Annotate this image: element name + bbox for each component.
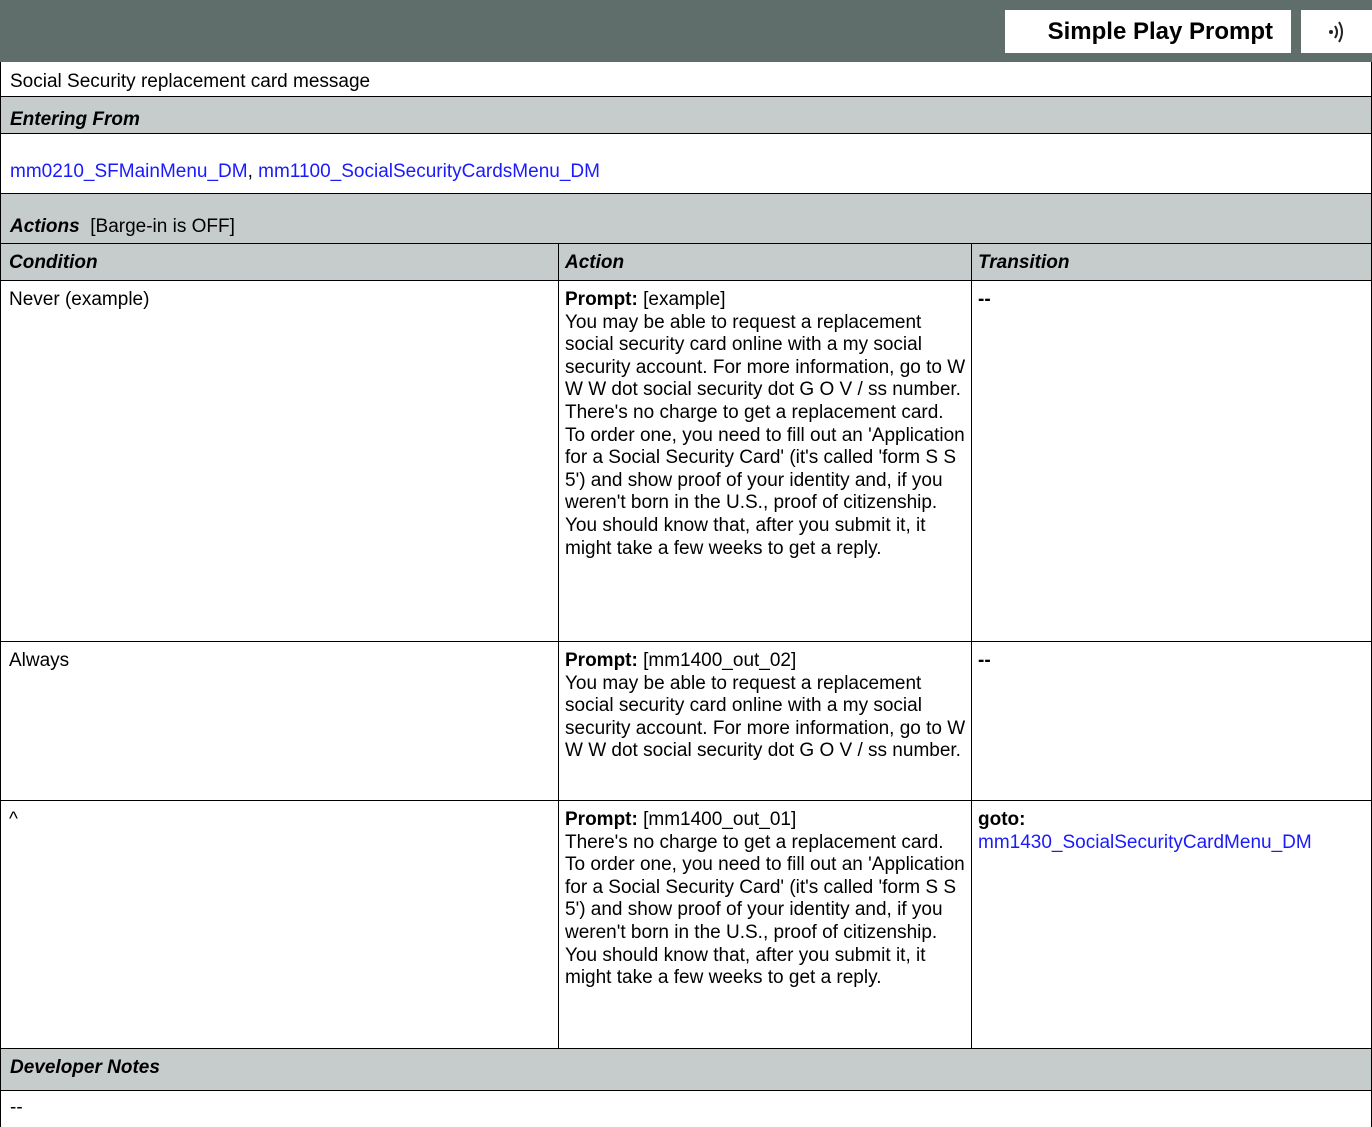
developer-notes-label: Developer Notes	[10, 1057, 160, 1078]
prompt-text: There's no charge to get a replacement c…	[565, 831, 965, 989]
prompt-spec-page: Simple Play Prompt Social Security repla…	[0, 0, 1372, 1127]
prompt-label: Prompt:	[565, 289, 638, 310]
action-cell: Prompt: [example] You may be able to req…	[558, 281, 971, 641]
page-title: Simple Play Prompt	[1005, 10, 1291, 53]
table-row: Always Prompt: [mm1400_out_02] You may b…	[0, 642, 1372, 801]
entering-from-header: Entering From	[0, 97, 1372, 134]
condition-cell: Always	[9, 650, 70, 671]
speaker-icon	[1328, 20, 1343, 43]
entering-from-label: Entering From	[10, 109, 140, 130]
transition-cell: --	[971, 281, 1372, 641]
title-bar: Simple Play Prompt	[0, 0, 1372, 62]
actions-header-text: Actions [Barge-in is OFF]	[10, 216, 235, 238]
entering-from-links: mm0210_SFMainMenu_DM, mm1100_SocialSecur…	[10, 161, 600, 183]
audio-button[interactable]	[1301, 10, 1372, 53]
developer-notes-row: --	[0, 1091, 1372, 1127]
prompt-text: You may be able to request a replacement…	[565, 672, 966, 762]
column-header-condition: Condition	[9, 252, 98, 273]
prompt-id: [mm1400_out_02]	[643, 650, 797, 671]
action-cell: Prompt: [mm1400_out_01] There's no charg…	[558, 801, 971, 1048]
transition-cell: goto: mm1430_SocialSecurityCardMenu_DM	[971, 801, 1372, 1048]
prompt-label: Prompt:	[565, 650, 638, 671]
actions-column-headers: Condition Action Transition	[0, 244, 1372, 281]
table-row: Never (example) Prompt: [example] You ma…	[0, 281, 1372, 642]
prompt-id: [mm1400_out_01]	[643, 809, 797, 830]
link-mm1100[interactable]: mm1100_SocialSecurityCardsMenu_DM	[258, 161, 600, 182]
column-header-action: Action	[558, 244, 971, 280]
condition-cell: Never (example)	[9, 289, 150, 310]
link-mm0210[interactable]: mm0210_SFMainMenu_DM	[10, 161, 248, 182]
developer-notes-text: --	[10, 1097, 23, 1118]
description-row: Social Security replacement card message	[0, 62, 1372, 97]
action-cell: Prompt: [mm1400_out_02] You may be able …	[558, 642, 971, 800]
link-separator: ,	[247, 161, 259, 182]
actions-header: Actions [Barge-in is OFF]	[0, 194, 1372, 244]
actions-label: Actions	[10, 216, 80, 237]
prompt-label: Prompt:	[565, 809, 638, 830]
prompt-id: [example]	[643, 289, 726, 310]
developer-notes-header: Developer Notes	[0, 1049, 1372, 1091]
barge-in-status: [Barge-in is OFF]	[90, 216, 235, 237]
condition-cell: ^	[9, 809, 18, 830]
transition-label: --	[978, 289, 991, 310]
entering-from-row: mm0210_SFMainMenu_DM, mm1100_SocialSecur…	[0, 134, 1372, 194]
table-row: ^ Prompt: [mm1400_out_01] There's no cha…	[0, 801, 1372, 1049]
column-header-transition: Transition	[971, 244, 1372, 280]
transition-label: --	[978, 650, 991, 671]
transition-cell: --	[971, 642, 1372, 800]
prompt-text: You may be able to request a replacement…	[565, 311, 966, 559]
transition-label: goto:	[978, 809, 1026, 830]
transition-link[interactable]: mm1430_SocialSecurityCardMenu_DM	[978, 832, 1312, 853]
description-text: Social Security replacement card message	[10, 71, 371, 92]
